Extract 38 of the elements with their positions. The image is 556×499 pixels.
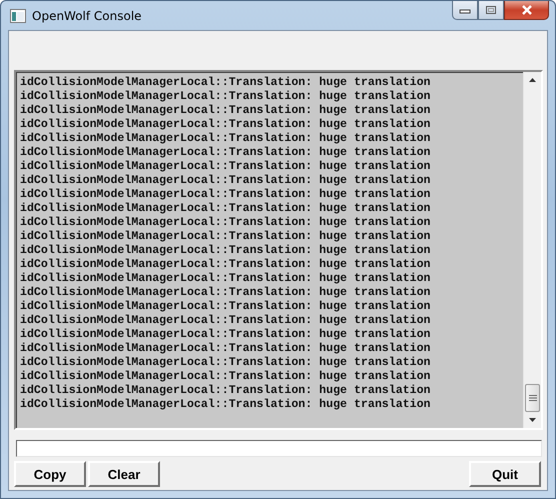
scrollbar-thumb[interactable]	[525, 384, 540, 412]
log-line: idCollisionModelManagerLocal::Translation: huge translation	[20, 146, 432, 160]
log-line: idCollisionModelManagerLocal::Translation: huge translation	[20, 370, 432, 384]
log-line: idCollisionModelManagerLocal::Translation: huge translation	[20, 90, 432, 104]
log-line: idCollisionModelManagerLocal::Translation: huge translation	[20, 202, 432, 216]
log-line: idCollisionModelManagerLocal::Translation: huge translation	[20, 286, 432, 300]
scrollbar[interactable]	[523, 72, 541, 428]
minimize-button[interactable]	[452, 1, 478, 20]
close-icon	[520, 5, 532, 15]
maximize-icon	[485, 5, 497, 15]
log-line: idCollisionModelManagerLocal::Translation: huge translation	[20, 398, 432, 412]
grip-icon	[528, 394, 536, 402]
log-line: idCollisionModelManagerLocal::Translation: huge translation	[20, 188, 432, 202]
maximize-button[interactable]	[478, 1, 504, 20]
log-line: idCollisionModelManagerLocal::Translation: huge translation	[20, 342, 432, 356]
log-line: idCollisionModelManagerLocal::Translation: huge translation	[20, 384, 432, 398]
log-line: idCollisionModelManagerLocal::Translation: huge translation	[20, 104, 432, 118]
log-line: idCollisionModelManagerLocal::Translation: huge translation	[20, 132, 432, 146]
log-line: idCollisionModelManagerLocal::Translation: huge translation	[20, 174, 432, 188]
log-line: idCollisionModelManagerLocal::Translation: huge translation	[20, 258, 432, 272]
log-line: idCollisionModelManagerLocal::Translation: huge translation	[20, 118, 432, 132]
app-icon	[10, 8, 26, 22]
console-button[interactable]: Copy	[14, 461, 86, 487]
console-button[interactable]: Clear	[88, 461, 160, 487]
log-line: idCollisionModelManagerLocal::Translation: huge translation	[20, 160, 432, 174]
log-line: idCollisionModelManagerLocal::Translation: huge translation	[20, 216, 432, 230]
log-line: idCollisionModelManagerLocal::Translation: huge translation	[20, 230, 432, 244]
close-button[interactable]	[504, 1, 549, 20]
log-line: idCollisionModelManagerLocal::Translation: huge translation	[20, 314, 432, 328]
command-input[interactable]	[16, 440, 542, 457]
console-button[interactable]: Quit	[469, 461, 541, 487]
log-line: idCollisionModelManagerLocal::Translation: huge translation	[20, 356, 432, 370]
log-line: idCollisionModelManagerLocal::Translation: huge translation	[20, 244, 432, 258]
log-line: idCollisionModelManagerLocal::Translation: huge translation	[20, 272, 432, 286]
window-title: OpenWolf Console	[32, 8, 142, 22]
log-line: idCollisionModelManagerLocal::Translation: huge translation	[20, 328, 432, 342]
log-line: idCollisionModelManagerLocal::Translation: huge translation	[20, 76, 432, 90]
log-line: idCollisionModelManagerLocal::Translation: huge translation	[20, 300, 432, 314]
